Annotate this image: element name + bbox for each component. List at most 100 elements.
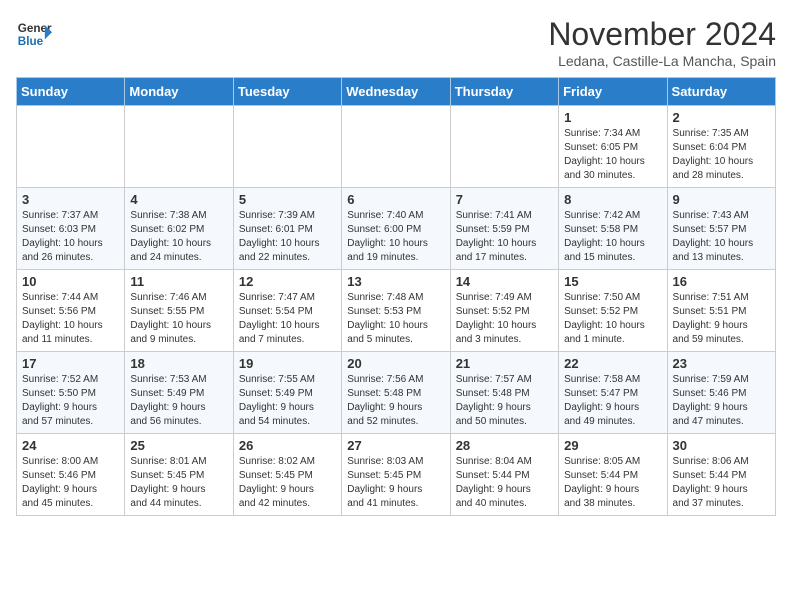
calendar-cell: 21 Sunrise: 7:57 AM Sunset: 5:48 PM Dayli… bbox=[450, 352, 558, 434]
day-info: Sunrise: 7:55 AM Sunset: 5:49 PM Dayligh… bbox=[239, 373, 336, 429]
day-info: Sunrise: 8:05 AM Sunset: 5:44 PM Dayligh… bbox=[564, 455, 661, 511]
day-number: 7 bbox=[456, 192, 553, 207]
logo-icon: General Blue bbox=[16, 16, 52, 52]
calendar-week-row: 3 Sunrise: 7:37 AM Sunset: 6:03 PM Daylig… bbox=[17, 188, 776, 270]
calendar-cell bbox=[450, 106, 558, 188]
day-info: Sunrise: 7:37 AM Sunset: 6:03 PM Dayligh… bbox=[22, 209, 119, 265]
day-info: Sunrise: 8:06 AM Sunset: 5:44 PM Dayligh… bbox=[673, 455, 770, 511]
calendar-cell bbox=[342, 106, 450, 188]
day-number: 6 bbox=[347, 192, 444, 207]
day-number: 13 bbox=[347, 274, 444, 289]
day-number: 21 bbox=[456, 356, 553, 371]
day-number: 22 bbox=[564, 356, 661, 371]
day-number: 26 bbox=[239, 438, 336, 453]
day-number: 9 bbox=[673, 192, 770, 207]
day-number: 14 bbox=[456, 274, 553, 289]
calendar-cell: 3 Sunrise: 7:37 AM Sunset: 6:03 PM Daylig… bbox=[17, 188, 125, 270]
day-number: 17 bbox=[22, 356, 119, 371]
weekday-header: Monday bbox=[125, 78, 233, 106]
day-number: 5 bbox=[239, 192, 336, 207]
calendar-cell: 15Sunrise: 7:50 AM Sunset: 5:52 PM Dayli… bbox=[559, 270, 667, 352]
day-info: Sunrise: 8:01 AM Sunset: 5:45 PM Dayligh… bbox=[130, 455, 227, 511]
weekday-header: Friday bbox=[559, 78, 667, 106]
calendar-cell: 29Sunrise: 8:05 AM Sunset: 5:44 PM Dayli… bbox=[559, 434, 667, 516]
calendar-cell bbox=[17, 106, 125, 188]
day-info: Sunrise: 7:49 AM Sunset: 5:52 PM Dayligh… bbox=[456, 291, 553, 347]
day-info: Sunrise: 8:04 AM Sunset: 5:44 PM Dayligh… bbox=[456, 455, 553, 511]
calendar-cell: 22 Sunrise: 7:58 AM Sunset: 5:47 PM Dayli… bbox=[559, 352, 667, 434]
calendar-table: SundayMondayTuesdayWednesdayThursdayFrid… bbox=[16, 77, 776, 516]
day-info: Sunrise: 7:35 AM Sunset: 6:04 PM Dayligh… bbox=[673, 127, 770, 183]
calendar-cell: 9 Sunrise: 7:43 AM Sunset: 5:57 PM Daylig… bbox=[667, 188, 775, 270]
calendar-cell: 8 Sunrise: 7:42 AM Sunset: 5:58 PM Daylig… bbox=[559, 188, 667, 270]
day-info: Sunrise: 7:52 AM Sunset: 5:50 PM Dayligh… bbox=[22, 373, 119, 429]
calendar-cell: 24 Sunrise: 8:00 AM Sunset: 5:46 PM Dayli… bbox=[17, 434, 125, 516]
day-info: Sunrise: 7:57 AM Sunset: 5:48 PM Dayligh… bbox=[456, 373, 553, 429]
calendar-cell: 5 Sunrise: 7:39 AM Sunset: 6:01 PM Daylig… bbox=[233, 188, 341, 270]
calendar-cell: 27Sunrise: 8:03 AM Sunset: 5:45 PM Dayli… bbox=[342, 434, 450, 516]
calendar-cell: 25 Sunrise: 8:01 AM Sunset: 5:45 PM Dayli… bbox=[125, 434, 233, 516]
day-info: Sunrise: 8:02 AM Sunset: 5:45 PM Dayligh… bbox=[239, 455, 336, 511]
month-title: November 2024 bbox=[548, 16, 776, 53]
weekday-header: Tuesday bbox=[233, 78, 341, 106]
calendar-cell: 13 Sunrise: 7:48 AM Sunset: 5:53 PM Dayli… bbox=[342, 270, 450, 352]
calendar-cell: 10 Sunrise: 7:44 AM Sunset: 5:56 PM Dayli… bbox=[17, 270, 125, 352]
day-number: 30 bbox=[673, 438, 770, 453]
day-info: Sunrise: 8:00 AM Sunset: 5:46 PM Dayligh… bbox=[22, 455, 119, 511]
weekday-header: Thursday bbox=[450, 78, 558, 106]
calendar-cell: 23Sunrise: 7:59 AM Sunset: 5:46 PM Dayli… bbox=[667, 352, 775, 434]
title-area: November 2024 Ledana, Castille-La Mancha… bbox=[548, 16, 776, 69]
day-number: 24 bbox=[22, 438, 119, 453]
day-info: Sunrise: 7:43 AM Sunset: 5:57 PM Dayligh… bbox=[673, 209, 770, 265]
day-info: Sunrise: 7:39 AM Sunset: 6:01 PM Dayligh… bbox=[239, 209, 336, 265]
weekday-header-row: SundayMondayTuesdayWednesdayThursdayFrid… bbox=[17, 78, 776, 106]
day-number: 8 bbox=[564, 192, 661, 207]
day-info: Sunrise: 7:44 AM Sunset: 5:56 PM Dayligh… bbox=[22, 291, 119, 347]
day-info: Sunrise: 7:42 AM Sunset: 5:58 PM Dayligh… bbox=[564, 209, 661, 265]
day-number: 10 bbox=[22, 274, 119, 289]
location-title: Ledana, Castille-La Mancha, Spain bbox=[548, 53, 776, 69]
day-info: Sunrise: 7:40 AM Sunset: 6:00 PM Dayligh… bbox=[347, 209, 444, 265]
calendar-cell: 17 Sunrise: 7:52 AM Sunset: 5:50 PM Dayli… bbox=[17, 352, 125, 434]
day-number: 27 bbox=[347, 438, 444, 453]
calendar-cell: 12Sunrise: 7:47 AM Sunset: 5:54 PM Dayli… bbox=[233, 270, 341, 352]
day-info: Sunrise: 7:38 AM Sunset: 6:02 PM Dayligh… bbox=[130, 209, 227, 265]
day-number: 12 bbox=[239, 274, 336, 289]
calendar-cell: 4 Sunrise: 7:38 AM Sunset: 6:02 PM Daylig… bbox=[125, 188, 233, 270]
day-number: 11 bbox=[130, 274, 227, 289]
calendar-cell: 19Sunrise: 7:55 AM Sunset: 5:49 PM Dayli… bbox=[233, 352, 341, 434]
day-info: Sunrise: 7:59 AM Sunset: 5:46 PM Dayligh… bbox=[673, 373, 770, 429]
calendar-cell: 26 Sunrise: 8:02 AM Sunset: 5:45 PM Dayli… bbox=[233, 434, 341, 516]
calendar-cell: 14 Sunrise: 7:49 AM Sunset: 5:52 PM Dayli… bbox=[450, 270, 558, 352]
calendar-cell: 2 Sunrise: 7:35 AM Sunset: 6:04 PM Daylig… bbox=[667, 106, 775, 188]
day-number: 4 bbox=[130, 192, 227, 207]
calendar-cell: 30 Sunrise: 8:06 AM Sunset: 5:44 PM Dayli… bbox=[667, 434, 775, 516]
day-number: 16 bbox=[673, 274, 770, 289]
day-info: Sunrise: 7:48 AM Sunset: 5:53 PM Dayligh… bbox=[347, 291, 444, 347]
day-info: Sunrise: 7:58 AM Sunset: 5:47 PM Dayligh… bbox=[564, 373, 661, 429]
day-info: Sunrise: 7:46 AM Sunset: 5:55 PM Dayligh… bbox=[130, 291, 227, 347]
svg-text:Blue: Blue bbox=[18, 35, 44, 48]
calendar-cell: 7 Sunrise: 7:41 AM Sunset: 5:59 PM Daylig… bbox=[450, 188, 558, 270]
calendar-cell: 20Sunrise: 7:56 AM Sunset: 5:48 PM Dayli… bbox=[342, 352, 450, 434]
calendar-cell: 28 Sunrise: 8:04 AM Sunset: 5:44 PM Dayli… bbox=[450, 434, 558, 516]
calendar-cell bbox=[125, 106, 233, 188]
weekday-header: Saturday bbox=[667, 78, 775, 106]
calendar-cell: 6 Sunrise: 7:40 AM Sunset: 6:00 PM Daylig… bbox=[342, 188, 450, 270]
calendar-cell: 1Sunrise: 7:34 AM Sunset: 6:05 PM Daylig… bbox=[559, 106, 667, 188]
day-info: Sunrise: 7:41 AM Sunset: 5:59 PM Dayligh… bbox=[456, 209, 553, 265]
calendar-week-row: 1Sunrise: 7:34 AM Sunset: 6:05 PM Daylig… bbox=[17, 106, 776, 188]
calendar-week-row: 10 Sunrise: 7:44 AM Sunset: 5:56 PM Dayli… bbox=[17, 270, 776, 352]
calendar-cell: 18Sunrise: 7:53 AM Sunset: 5:49 PM Dayli… bbox=[125, 352, 233, 434]
calendar-cell: 16Sunrise: 7:51 AM Sunset: 5:51 PM Dayli… bbox=[667, 270, 775, 352]
day-info: Sunrise: 7:53 AM Sunset: 5:49 PM Dayligh… bbox=[130, 373, 227, 429]
day-number: 20 bbox=[347, 356, 444, 371]
calendar-week-row: 24 Sunrise: 8:00 AM Sunset: 5:46 PM Dayli… bbox=[17, 434, 776, 516]
day-info: Sunrise: 7:34 AM Sunset: 6:05 PM Dayligh… bbox=[564, 127, 661, 183]
day-number: 2 bbox=[673, 110, 770, 125]
day-number: 3 bbox=[22, 192, 119, 207]
day-number: 25 bbox=[130, 438, 227, 453]
day-number: 28 bbox=[456, 438, 553, 453]
calendar-cell: 11 Sunrise: 7:46 AM Sunset: 5:55 PM Dayli… bbox=[125, 270, 233, 352]
calendar-week-row: 17 Sunrise: 7:52 AM Sunset: 5:50 PM Dayli… bbox=[17, 352, 776, 434]
